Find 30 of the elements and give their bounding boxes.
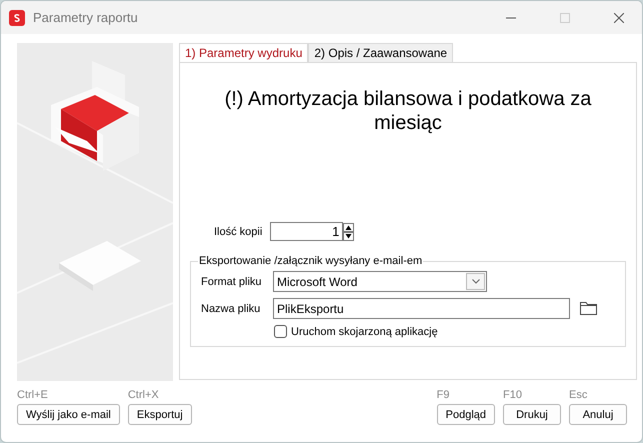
tab[interactable]: 1) Parametry wydruku [179, 43, 308, 62]
folder-icon[interactable] [580, 302, 597, 315]
spin-down-icon[interactable] [343, 232, 354, 240]
chevron-down-icon [472, 279, 480, 284]
dialog-button[interactable]: Wyślij jako e-mail [17, 404, 120, 425]
shortcut-label: Ctrl+X [128, 389, 160, 402]
field-label: Ilość kopii [214, 226, 262, 238]
tab[interactable]: 2) Opis / Zaawansowane [308, 43, 454, 62]
shortcut-label: F9 [436, 389, 450, 402]
dialog-button[interactable]: Podgląd [436, 404, 495, 425]
app-logo-icon [9, 10, 25, 26]
open-app-checkbox[interactable]: Uruchom skojarzoną aplikację [274, 325, 613, 338]
dialog-button[interactable]: Drukuj [503, 404, 561, 425]
window-title: Parametry raportu [33, 10, 139, 25]
report-title: (!) Amortyzacja bilansowa i podatkowa za miesiąc [224, 87, 592, 135]
field-label: Nazwa pliku [201, 302, 262, 314]
shortcut-label: F10 [503, 389, 523, 402]
copies-field[interactable]: 1 [270, 222, 344, 241]
spin-up-icon[interactable] [343, 222, 354, 232]
maximize-icon [560, 12, 570, 22]
field-label: Format pliku [201, 276, 263, 288]
dialog-button[interactable]: Anuluj [569, 404, 627, 425]
minimize-icon[interactable] [506, 16, 516, 18]
filename-field[interactable]: PlikEksportu [273, 298, 570, 319]
shortcut-label: Ctrl+E [17, 389, 49, 402]
close-icon[interactable] [614, 12, 624, 22]
dialog-button[interactable]: Eksportuj [128, 404, 192, 425]
format-dropdown[interactable]: Microsoft Word [273, 271, 487, 292]
shortcut-label: Esc [569, 389, 588, 402]
group-title: Eksportowanie /załącznik wysyłany e-mail-em [198, 255, 424, 267]
